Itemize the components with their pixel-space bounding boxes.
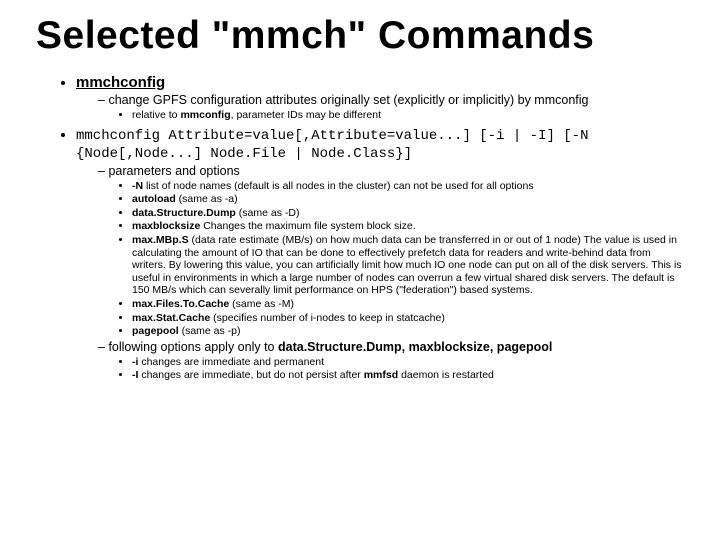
sub-item: max.Stat.Cache (specifies number of i-no… — [132, 312, 684, 325]
dash-text: following options apply only to data.Str… — [108, 340, 552, 354]
dash-list: parameters and options -N list of node n… — [76, 164, 684, 382]
sub-list: -i changes are immediate and permanent -… — [98, 356, 684, 382]
sub-item: max.Files.To.Cache (same as -M) — [132, 298, 684, 311]
sub-item: autoload (same as -a) — [132, 193, 684, 206]
dash-item: parameters and options -N list of node n… — [98, 164, 684, 338]
page-title: Selected "mmch" Commands — [36, 14, 684, 58]
dash-text: change GPFS configuration attributes ori… — [108, 93, 588, 107]
sub-item: -I changes are immediate, but do not per… — [132, 369, 684, 382]
dash-item: change GPFS configuration attributes ori… — [98, 93, 684, 122]
sub-list: -N list of node names (default is all no… — [98, 180, 684, 338]
dash-list: change GPFS configuration attributes ori… — [76, 93, 684, 122]
cmd-syntax: mmchconfig Attribute=value[,Attribute=va… — [76, 128, 588, 162]
sub-item: -N list of node names (default is all no… — [132, 180, 684, 193]
sub-item: relative to mmconfig, parameter IDs may … — [132, 109, 684, 122]
item-mmchconfig: mmchconfig change GPFS configuration att… — [76, 74, 684, 122]
item-mmchconfig-syntax: mmchconfig Attribute=value[,Attribute=va… — [76, 126, 684, 382]
sub-item: max.MBp.S (data rate estimate (MB/s) on … — [132, 234, 684, 297]
dash-item: following options apply only to data.Str… — [98, 340, 684, 382]
sub-item: maxblocksize Changes the maximum file sy… — [132, 220, 684, 233]
sub-item: data.Structure.Dump (same as -D) — [132, 207, 684, 220]
slide: Selected "mmch" Commands mmchconfig chan… — [0, 0, 720, 396]
dash-text: parameters and options — [108, 164, 239, 178]
sub-list: relative to mmconfig, parameter IDs may … — [98, 109, 684, 122]
sub-item: pagepool (same as -p) — [132, 325, 684, 338]
sub-item: -i changes are immediate and permanent — [132, 356, 684, 369]
cmd-label: mmchconfig — [76, 74, 165, 91]
top-list: mmchconfig change GPFS configuration att… — [36, 74, 684, 382]
